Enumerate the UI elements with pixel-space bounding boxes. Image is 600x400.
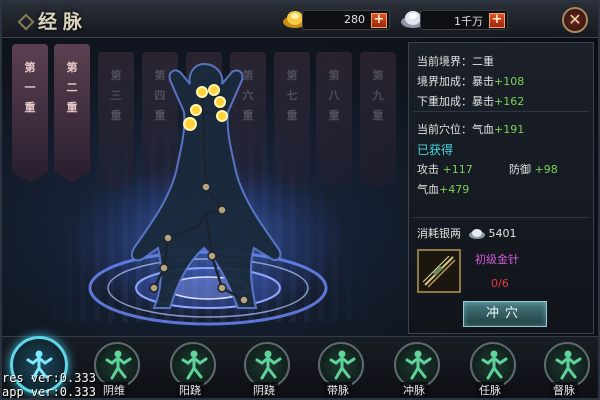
info-panel: 当前境界：二重 境界加成：暴击+108 下重加成：暴击+162 当前穴位：气血+… [408, 42, 594, 334]
acupoint-unlit[interactable] [159, 263, 169, 273]
next-bonus-value: +162 [494, 95, 525, 108]
acupoint-unlit[interactable] [217, 205, 227, 215]
gold-currency: 280 + [302, 10, 390, 30]
attack-label: 攻击 [417, 163, 439, 176]
magic-circle [88, 250, 328, 326]
acupoint-lit[interactable] [216, 110, 228, 122]
app-version-text: app ver:0.333 [2, 385, 96, 399]
realm-bonus-label: 境界加成： [417, 75, 472, 88]
martial-pose-icon [555, 350, 582, 380]
acupoint-unlit[interactable] [163, 233, 173, 243]
acupoint-name: 气血 [472, 123, 494, 136]
divider [413, 111, 589, 112]
martial-pose-icon [181, 350, 208, 380]
cost-value: 5401 [488, 227, 517, 240]
martial-pose-icon [405, 350, 432, 380]
defense-value: +98 [534, 163, 558, 176]
realm-bonus-row: 境界加成：暴击+108 [417, 73, 524, 89]
realm-label: 当前境界： [417, 55, 472, 68]
acupoint-unlit[interactable] [201, 182, 211, 192]
next-bonus-label: 下重加成： [417, 95, 472, 108]
cost-row: 消耗银两 5401 [417, 225, 517, 241]
acupoint-unlit[interactable] [149, 283, 159, 293]
acupoint-unlit[interactable] [217, 283, 227, 293]
obtained-heading: 已获得 [417, 143, 454, 157]
acupoint-lit[interactable] [208, 84, 220, 96]
martial-pose-icon [255, 350, 282, 380]
martial-pose-icon [329, 350, 356, 380]
meridian-label: 阳跷 [176, 382, 204, 398]
acupoint-lit[interactable] [214, 96, 226, 108]
cost-label: 消耗银两 [417, 227, 461, 240]
hp-row: 气血+479 [417, 181, 469, 197]
meridian-label: 阴维 [100, 382, 128, 398]
window-title: 经脉 [38, 11, 89, 33]
item-count: 0/6 [491, 277, 509, 290]
meridian-label: 阴跷 [250, 382, 278, 398]
attack-value: +117 [442, 163, 473, 176]
title-bar: 经脉 280 + 1千万 + ✕ [2, 2, 598, 38]
acupoint-lit[interactable] [183, 117, 197, 131]
martial-pose-icon [105, 350, 132, 380]
acupoint-lit[interactable] [196, 86, 208, 98]
defense-row: 防御 +98 [509, 161, 558, 177]
res-version-text: res ver:0.333 [2, 371, 96, 385]
meridian-label: 带脉 [324, 382, 352, 398]
gold-amount: 280 [344, 13, 365, 26]
add-gold-button[interactable]: + [371, 13, 387, 28]
golden-needle-item-slot[interactable] [417, 249, 461, 293]
silver-currency: 1千万 + [420, 10, 508, 30]
hp-value: +479 [439, 183, 470, 196]
divider [413, 217, 589, 218]
diamond-ornament-icon [17, 13, 35, 31]
item-name: 初级金针 [475, 253, 519, 266]
add-silver-button[interactable]: + [489, 13, 505, 28]
meridian-window: 经脉 280 + 1千万 + ✕ 第 一 重第 二 重第 三 重第 四 重第 五… [0, 0, 600, 400]
acupoint-unlit[interactable] [239, 295, 249, 305]
acupoint-row: 当前穴位：气血+191 [417, 121, 524, 137]
acupoint-label: 当前穴位： [417, 123, 472, 136]
meridian-label: 冲脉 [400, 382, 428, 398]
realm-value: 二重 [472, 55, 494, 68]
acupoint-lit[interactable] [190, 104, 202, 116]
meridian-stage: 第 一 重第 二 重第 三 重第 四 重第 五 重第 六 重第 七 重第 八 重… [8, 42, 406, 334]
martial-pose-icon [481, 350, 508, 380]
realm-bonus-value: +108 [494, 75, 525, 88]
silver-ingot-icon [468, 229, 485, 239]
break-acupoint-button[interactable]: 冲穴 [463, 301, 547, 327]
next-bonus-name: 暴击 [472, 95, 494, 108]
golden-needle-icon [422, 255, 456, 288]
silver-amount: 1千万 [454, 15, 483, 28]
realm-row: 当前境界：二重 [417, 53, 494, 69]
meridian-label: 任脉 [476, 382, 504, 398]
realm-bonus-name: 暴击 [472, 75, 494, 88]
hp-label: 气血 [417, 183, 439, 196]
close-button[interactable]: ✕ [562, 7, 588, 33]
next-bonus-row: 下重加成：暴击+162 [417, 93, 524, 109]
meridian-label: 督脉 [550, 382, 578, 398]
acupoint-value: +191 [494, 123, 525, 136]
acupoint-unlit[interactable] [207, 251, 217, 261]
acupoint-figure [88, 62, 328, 326]
attack-row: 攻击 +117 [417, 161, 473, 177]
defense-label: 防御 [509, 163, 531, 176]
